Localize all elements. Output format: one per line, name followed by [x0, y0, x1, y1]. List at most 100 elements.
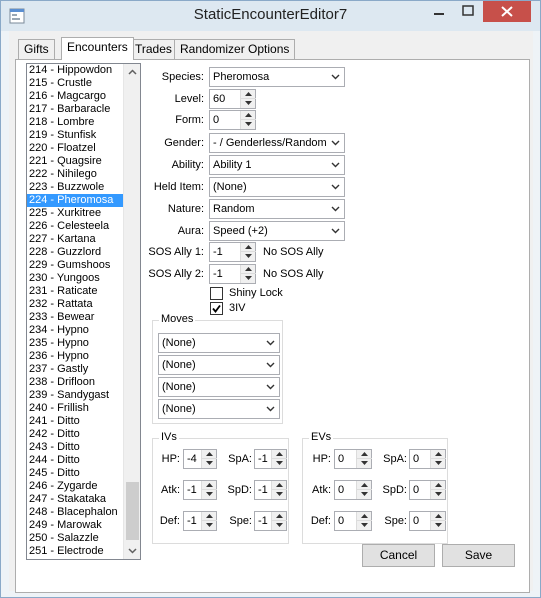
spin-up-button[interactable]: [241, 111, 256, 120]
list-item[interactable]: 223 - Buzzwole: [27, 181, 123, 194]
tab-randomizer-options[interactable]: Randomizer Options: [174, 39, 296, 59]
iv-spd-spinner[interactable]: [271, 481, 287, 499]
iv-hp-spinner[interactable]: [201, 450, 217, 468]
sos-ally-2-spinner[interactable]: [240, 265, 256, 283]
close-button[interactable]: [483, 1, 531, 22]
tab-encounters[interactable]: Encounters: [61, 37, 134, 60]
spin-down-button[interactable]: [357, 459, 372, 468]
level-input[interactable]: 60: [209, 89, 256, 109]
iv-spd-input[interactable]: -1: [254, 480, 287, 500]
spin-down-button[interactable]: [431, 459, 446, 468]
iv-atk-spinner[interactable]: [201, 481, 217, 499]
list-item[interactable]: 217 - Barbaracle: [27, 103, 123, 116]
list-item[interactable]: 236 - Hypno: [27, 350, 123, 363]
move-2-combobox[interactable]: (None): [158, 355, 280, 375]
spin-up-button[interactable]: [357, 450, 372, 459]
list-item[interactable]: 228 - Guzzlord: [27, 246, 123, 259]
spin-up-button[interactable]: [431, 450, 446, 459]
list-item[interactable]: 220 - Floatzel: [27, 142, 123, 155]
level-spinner[interactable]: [240, 90, 256, 108]
spin-up-button[interactable]: [357, 512, 372, 521]
ev-atk-spinner[interactable]: [356, 481, 372, 499]
spin-down-button[interactable]: [272, 521, 287, 530]
list-item[interactable]: 229 - Gumshoos: [27, 259, 123, 272]
spin-up-button[interactable]: [272, 450, 287, 459]
iv-atk-input[interactable]: -1: [183, 480, 217, 500]
spin-down-button[interactable]: [272, 459, 287, 468]
title-bar[interactable]: StaticEncounterEditor7: [1, 1, 540, 31]
species-combobox[interactable]: Pheromosa: [209, 67, 345, 87]
list-item[interactable]: 232 - Rattata: [27, 298, 123, 311]
ev-spa-input[interactable]: 0: [409, 449, 446, 469]
ev-spd-spinner[interactable]: [430, 481, 446, 499]
spin-down-button[interactable]: [202, 459, 217, 468]
list-item[interactable]: 218 - Lombre: [27, 116, 123, 129]
list-item[interactable]: 248 - Blacephalon: [27, 506, 123, 519]
three-iv-checkbox[interactable]: [210, 302, 223, 315]
iv-spe-spinner[interactable]: [271, 512, 287, 530]
list-item[interactable]: 234 - Hypno: [27, 324, 123, 337]
list-item[interactable]: 230 - Yungoos: [27, 272, 123, 285]
spin-up-button[interactable]: [241, 90, 256, 99]
spin-up-button[interactable]: [431, 512, 446, 521]
list-item[interactable]: 215 - Crustle: [27, 77, 123, 90]
maximize-button[interactable]: [454, 1, 482, 22]
encounter-listbox[interactable]: 214 - Hippowdon 215 - Crustle 216 - Magcar…: [26, 63, 141, 560]
list-item[interactable]: 250 - Salazzle: [27, 532, 123, 545]
spin-up-button[interactable]: [202, 450, 217, 459]
shiny-lock-checkbox[interactable]: [210, 287, 223, 300]
list-item[interactable]: 240 - Frillish: [27, 402, 123, 415]
spin-down-button[interactable]: [431, 490, 446, 499]
ev-spe-spinner[interactable]: [430, 512, 446, 530]
form-spinner[interactable]: [240, 111, 256, 129]
list-item[interactable]: 219 - Stunfisk: [27, 129, 123, 142]
ev-def-input[interactable]: 0: [334, 511, 372, 531]
sos-ally-2-input[interactable]: -1: [209, 264, 256, 284]
list-item[interactable]: 249 - Marowak: [27, 519, 123, 532]
scroll-down-button[interactable]: [124, 542, 140, 559]
list-item[interactable]: 224 - Pheromosa: [27, 194, 123, 207]
list-item[interactable]: 225 - Xurkitree: [27, 207, 123, 220]
spin-up-button[interactable]: [241, 243, 256, 252]
ev-spe-input[interactable]: 0: [409, 511, 446, 531]
list-item[interactable]: 243 - Ditto: [27, 441, 123, 454]
gender-combobox[interactable]: - / Genderless/Random: [209, 133, 345, 153]
spin-up-button[interactable]: [357, 481, 372, 490]
iv-def-input[interactable]: -1: [183, 511, 217, 531]
list-item[interactable]: 226 - Celesteela: [27, 220, 123, 233]
list-item[interactable]: 239 - Sandygast: [27, 389, 123, 402]
list-item[interactable]: 214 - Hippowdon: [27, 64, 123, 77]
list-item[interactable]: 246 - Zygarde: [27, 480, 123, 493]
iv-spa-input[interactable]: -1: [254, 449, 287, 469]
move-3-combobox[interactable]: (None): [158, 377, 280, 397]
spin-down-button[interactable]: [357, 521, 372, 530]
iv-spe-input[interactable]: -1: [254, 511, 287, 531]
form-input[interactable]: 0: [209, 110, 256, 130]
spin-down-button[interactable]: [241, 252, 256, 261]
spin-up-button[interactable]: [431, 481, 446, 490]
save-button[interactable]: Save: [442, 544, 515, 567]
list-item[interactable]: 245 - Ditto: [27, 467, 123, 480]
ev-hp-spinner[interactable]: [356, 450, 372, 468]
list-item[interactable]: 237 - Gastly: [27, 363, 123, 376]
list-item[interactable]: 238 - Drifloon: [27, 376, 123, 389]
spin-up-button[interactable]: [272, 481, 287, 490]
spin-down-button[interactable]: [202, 521, 217, 530]
list-item[interactable]: 241 - Ditto: [27, 415, 123, 428]
list-item[interactable]: 216 - Magcargo: [27, 90, 123, 103]
sos-ally-1-spinner[interactable]: [240, 243, 256, 261]
spin-down-button[interactable]: [241, 99, 256, 108]
spin-down-button[interactable]: [202, 490, 217, 499]
spin-down-button[interactable]: [241, 120, 256, 129]
sos-ally-1-input[interactable]: -1: [209, 242, 256, 262]
list-item[interactable]: 222 - Nihilego: [27, 168, 123, 181]
minimize-button[interactable]: [425, 1, 453, 22]
list-item[interactable]: 231 - Raticate: [27, 285, 123, 298]
tab-trades[interactable]: Trades: [129, 39, 178, 59]
ability-combobox[interactable]: Ability 1: [209, 155, 345, 175]
list-item[interactable]: 244 - Ditto: [27, 454, 123, 467]
scroll-thumb[interactable]: [126, 482, 139, 540]
spin-up-button[interactable]: [272, 512, 287, 521]
spin-down-button[interactable]: [431, 521, 446, 530]
spin-up-button[interactable]: [202, 512, 217, 521]
